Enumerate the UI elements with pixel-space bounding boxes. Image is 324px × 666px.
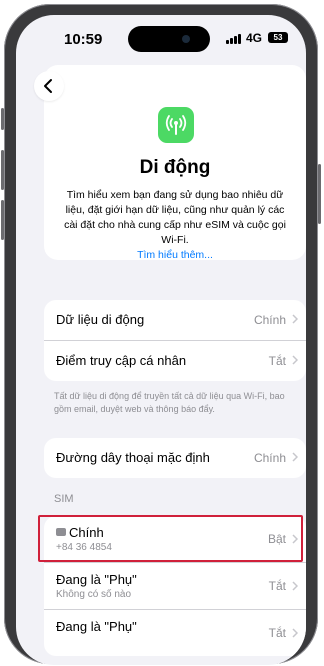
row-value: Tắt bbox=[268, 354, 286, 368]
chevron-right-icon bbox=[292, 628, 298, 638]
battery-level: 53 bbox=[273, 33, 283, 42]
chevron-right-icon bbox=[292, 581, 298, 591]
chevron-right-icon bbox=[292, 314, 298, 324]
camera-dot bbox=[182, 35, 190, 43]
sim-title: Đang là "Phụ" bbox=[56, 572, 137, 587]
info-card: Di động Tìm hiểu xem bạn đang sử dụng ba… bbox=[44, 65, 306, 263]
learn-more-link[interactable]: Tìm hiểu thêm... bbox=[58, 248, 292, 263]
data-settings-group: Dữ liệu di động Chính Điểm truy cập cá n… bbox=[44, 300, 306, 381]
power-button bbox=[318, 164, 321, 224]
network-type: 4G bbox=[246, 31, 263, 45]
chevron-right-icon bbox=[292, 452, 298, 462]
row-value: Chính bbox=[253, 313, 286, 327]
battery-icon: 53 bbox=[268, 32, 288, 43]
sim-section-header: SIM bbox=[54, 493, 74, 505]
status-bar: 10:59 4G 53 bbox=[16, 15, 306, 65]
row-personal-hotspot[interactable]: Điểm truy cập cá nhân Tắt bbox=[44, 340, 306, 381]
sim-number: Không có số nào bbox=[56, 589, 132, 600]
footnote: Tất dữ liệu di động để truyền tất cả dữ … bbox=[54, 391, 285, 414]
row-cellular-data[interactable]: Dữ liệu di động Chính bbox=[44, 300, 306, 340]
row-value: Tắt bbox=[268, 626, 286, 640]
row-default-voice-line[interactable]: Đường dây thoại mặc định Chính bbox=[44, 438, 306, 478]
screen: 10:59 4G 53 Di động Tìm hiểu xem bạn đan… bbox=[16, 15, 306, 665]
row-label: Dữ liệu di động bbox=[56, 312, 145, 327]
chevron-left-icon bbox=[44, 79, 52, 93]
back-button[interactable] bbox=[34, 71, 64, 101]
action-button bbox=[1, 108, 4, 130]
volume-up-button bbox=[1, 150, 4, 190]
status-time: 10:59 bbox=[64, 31, 103, 48]
sim-title: Đang là "Phụ" bbox=[56, 619, 137, 634]
page-title: Di động bbox=[139, 157, 211, 178]
highlight-box bbox=[38, 515, 303, 562]
description-text: Tìm hiểu xem bạn đang sử dụng bao nhiêu … bbox=[64, 189, 286, 246]
page-description: Tìm hiểu xem bạn đang sử dụng bao nhiêu … bbox=[58, 188, 292, 263]
row-value: Tắt bbox=[268, 579, 286, 593]
chevron-right-icon bbox=[292, 355, 298, 365]
row-value: Chính bbox=[253, 451, 286, 465]
antenna-radiowaves-icon bbox=[158, 107, 194, 143]
sim-row-secondary[interactable]: Đang là "Phụ" Không có số nào Tắt bbox=[44, 562, 306, 609]
row-label: Điểm truy cập cá nhân bbox=[56, 353, 187, 368]
dynamic-island bbox=[128, 26, 210, 52]
row-label: Đường dây thoại mặc định bbox=[56, 450, 210, 465]
volume-down-button bbox=[1, 200, 4, 240]
signal-icon bbox=[226, 33, 242, 44]
sim-row-secondary-2[interactable]: Đang là "Phụ" Tắt bbox=[44, 609, 306, 656]
default-line-group: Đường dây thoại mặc định Chính bbox=[44, 438, 306, 478]
